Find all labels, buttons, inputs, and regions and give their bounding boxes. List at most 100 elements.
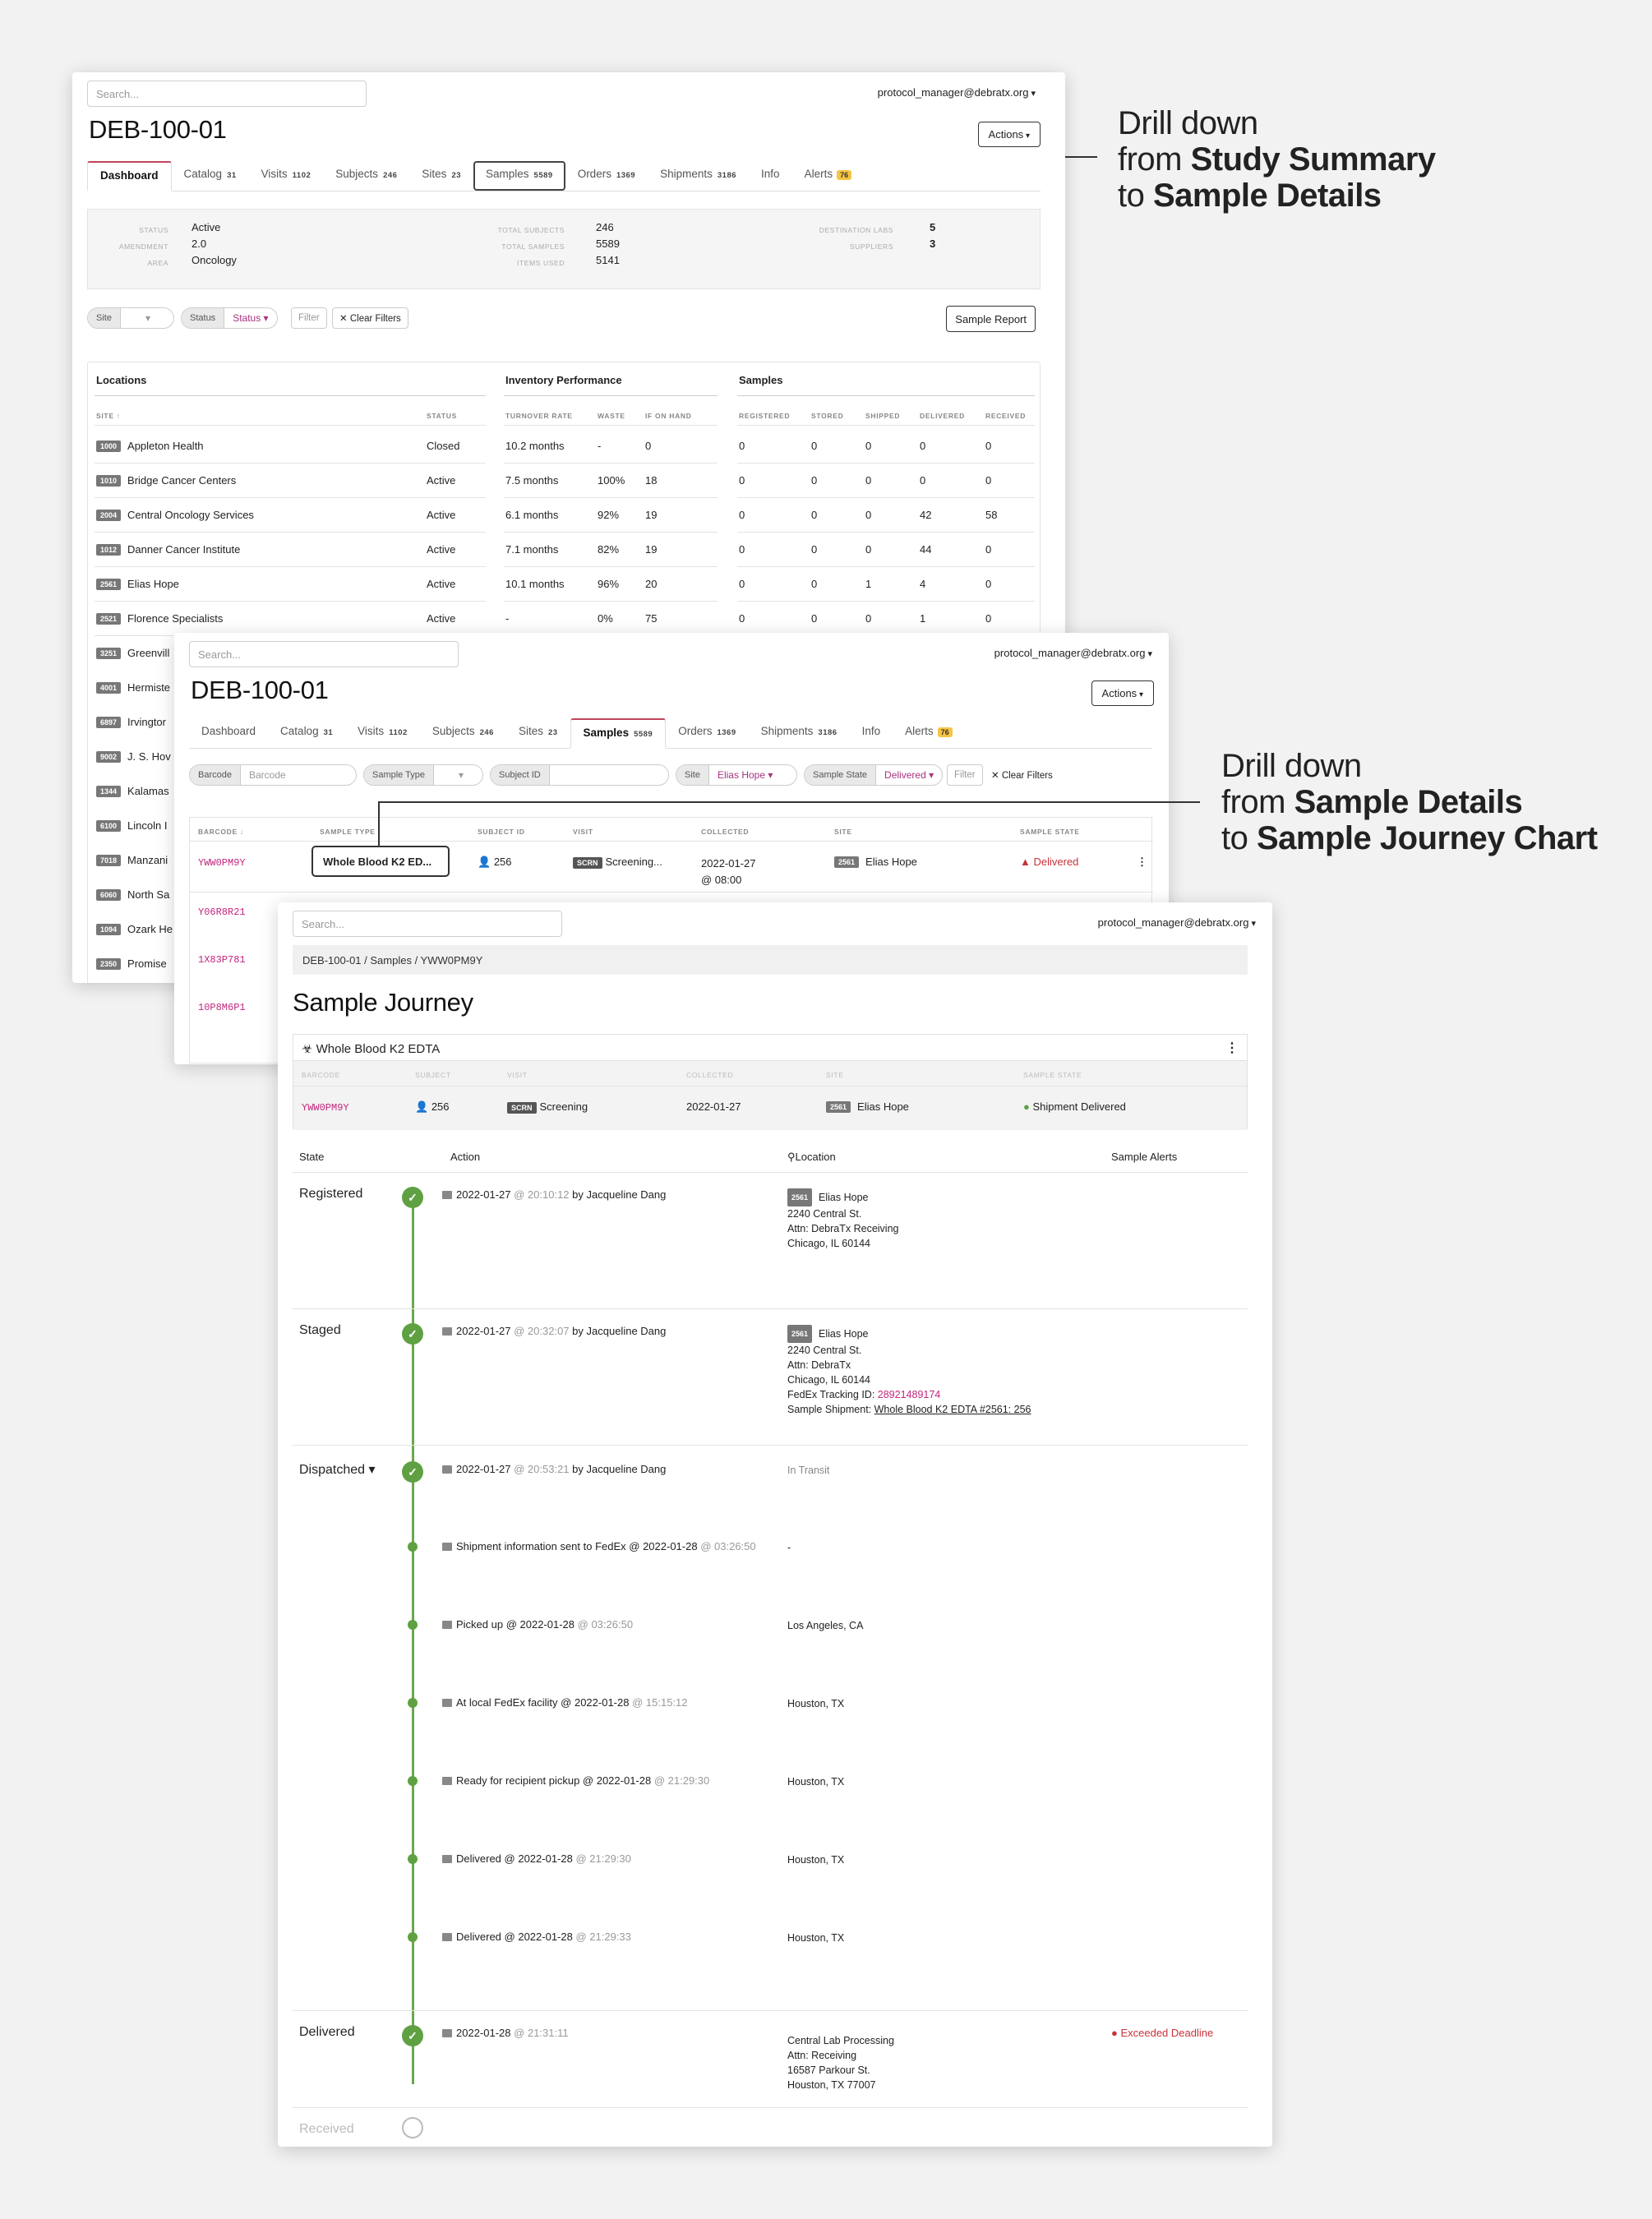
col-received[interactable]: RECEIVED (985, 412, 1026, 420)
col-subject-id[interactable]: SUBJECT ID (478, 828, 525, 836)
tab-orders[interactable]: Orders 1369 (666, 718, 748, 748)
barcode-link[interactable]: 1X83P781 (198, 954, 246, 966)
site-name-cell[interactable]: 1094 Ozark He (96, 923, 173, 935)
barcode-link[interactable]: 10P8M6P1 (198, 1002, 246, 1013)
divider (737, 395, 1035, 396)
clear-filters-button[interactable]: ✕ Clear Filters (985, 764, 1059, 786)
breadcrumb[interactable]: DEB-100-01 / Samples / YWW0PM9Y (293, 945, 1248, 975)
col-shipped[interactable]: SHIPPED (865, 412, 900, 420)
tab-orders[interactable]: Orders 1369 (565, 161, 648, 191)
site-name-cell[interactable]: 6897 Irvingtor (96, 716, 166, 728)
col-barcode[interactable]: BARCODE ↓ (198, 828, 244, 836)
tab-catalog[interactable]: Catalog 31 (172, 161, 249, 191)
user-menu[interactable]: protocol_manager@debratx.org (878, 86, 1036, 99)
tab-dashboard[interactable]: Dashboard (87, 161, 172, 191)
onhand-cell: 18 (645, 474, 658, 487)
tab-sites[interactable]: Sites 23 (506, 718, 570, 748)
tab-visits[interactable]: Visits 1102 (345, 718, 420, 748)
subject-id-filter[interactable]: Subject ID (490, 764, 669, 786)
user-menu[interactable]: protocol_manager@debratx.org (994, 647, 1152, 659)
col-sample-state[interactable]: SAMPLE STATE (1020, 828, 1080, 836)
sample-type-filter[interactable]: Sample Type ▾ (363, 764, 483, 786)
site-id-badge: 2350 (96, 958, 122, 970)
col-collected[interactable]: COLLECTED (701, 828, 749, 836)
col-site[interactable]: SITE ↑ (96, 412, 121, 420)
location-staged: 2561 Elias Hope 2240 Central St. Attn: De… (787, 1325, 1031, 1417)
site-name-cell[interactable]: 3251 Greenvill (96, 647, 169, 659)
barcode-link[interactable]: YWW0PM9Y (198, 857, 246, 869)
col-delivered[interactable]: DELIVERED (920, 412, 965, 420)
state-dispatched-toggle[interactable]: Dispatched ▾ (299, 1461, 376, 1478)
site-name-cell[interactable]: 2521 Florence Specialists (96, 612, 223, 625)
status-value: Active (192, 221, 221, 233)
tab-shipments[interactable]: Shipments 3186 (648, 161, 749, 191)
col-visit[interactable]: VISIT (573, 828, 593, 836)
site-name-cell[interactable]: 2561 Elias Hope (96, 578, 179, 590)
site-name-cell[interactable]: 1010 Bridge Cancer Centers (96, 474, 236, 487)
person-icon: 👤 (478, 856, 494, 868)
filter-button[interactable]: Filter (947, 764, 983, 786)
search-input[interactable]: Search... (189, 641, 459, 667)
search-input[interactable]: Search... (293, 911, 562, 937)
col-sample-type[interactable]: SAMPLE TYPE (320, 828, 376, 836)
col-stored[interactable]: STORED (811, 412, 843, 420)
site-name-cell[interactable]: 1000 Appleton Health (96, 440, 204, 452)
tab-subjects[interactable]: Subjects 246 (323, 161, 409, 191)
site-name-cell[interactable]: 7018 Manzani (96, 854, 168, 866)
more-menu-icon[interactable]: ⋮ (1137, 856, 1147, 869)
sample-state-filter[interactable]: Sample State Delivered ▾ (804, 764, 944, 786)
col-waste[interactable]: WASTE (598, 412, 625, 420)
col-ifonhand[interactable]: IF ON HAND (645, 412, 692, 420)
actions-button[interactable]: Actions (1091, 680, 1154, 706)
status-filter[interactable]: Status Status ▾ (181, 307, 278, 329)
col-registered[interactable]: REGISTERED (739, 412, 790, 420)
clear-filters-button[interactable]: ✕ Clear Filters (332, 307, 408, 329)
tab-dashboard[interactable]: Dashboard (189, 718, 268, 748)
site-name-cell[interactable]: 6100 Lincoln I (96, 819, 167, 832)
shp-cell: 0 (865, 612, 872, 625)
col-turnover[interactable]: TURNOVER RATE (505, 412, 573, 420)
user-menu[interactable]: protocol_manager@debratx.org (1098, 916, 1256, 929)
tab-samples[interactable]: Samples 5589 (570, 718, 667, 749)
site-filter[interactable]: Site ▾ (87, 307, 174, 329)
tab-alerts[interactable]: Alerts 76 (893, 718, 965, 748)
site-name-cell[interactable]: 1012 Danner Cancer Institute (96, 543, 240, 556)
area-value: Oncology (192, 254, 237, 266)
site-name-cell[interactable]: 4001 Hermiste (96, 681, 170, 694)
tab-shipments[interactable]: Shipments 3186 (749, 718, 850, 748)
tab-visits[interactable]: Visits 1102 (249, 161, 324, 191)
site-name-cell[interactable]: 9002 J. S. Hov (96, 750, 171, 763)
tab-sites[interactable]: Sites 23 (409, 161, 473, 191)
sample-type-cell[interactable]: Whole Blood K2 ED... (311, 846, 450, 877)
annotation-line: to Sample Journey Chart (1221, 820, 1598, 856)
site-filter[interactable]: Site Elias Hope ▾ (676, 764, 797, 786)
alert-icon: ● (1111, 2027, 1121, 2039)
fedex-tracking-link[interactable]: 28921489174 (878, 1389, 940, 1400)
sample-report-button[interactable]: Sample Report (946, 306, 1036, 332)
site-name-cell[interactable]: 2004 Central Oncology Services (96, 509, 254, 521)
exceeded-deadline-alert[interactable]: ● Exceeded Deadline (1111, 2027, 1213, 2039)
site-name-cell[interactable]: 1344 Kalamas (96, 785, 169, 797)
sample-shipment-link[interactable]: Whole Blood K2 EDTA #2561: 256 (874, 1404, 1031, 1415)
sample-card: ☣ Whole Blood K2 EDTA ⋮ BARCODE SUBJECT … (293, 1034, 1248, 1130)
tab-alerts[interactable]: Alerts 76 (792, 161, 865, 191)
tab-subjects[interactable]: Subjects 246 (420, 718, 506, 748)
tab-info[interactable]: Info (850, 718, 893, 748)
site-name-cell[interactable]: 2350 Promise (96, 957, 167, 970)
more-menu-icon[interactable]: ⋮ (1225, 1040, 1239, 1056)
site-id-badge: 2004 (96, 510, 122, 521)
site-name-cell[interactable]: 6060 North Sa (96, 888, 169, 901)
onhand-cell: 20 (645, 578, 658, 590)
barcode-link[interactable]: Y06R8R21 (198, 907, 246, 918)
col-site[interactable]: SITE (834, 828, 852, 836)
tab-samples[interactable]: Samples 5589 (473, 161, 565, 191)
search-input[interactable]: Search... (87, 81, 367, 107)
actions-button[interactable]: Actions (977, 122, 1041, 147)
col-status[interactable]: STATUS (427, 412, 457, 420)
divider (737, 532, 1035, 533)
barcode-filter[interactable]: Barcode Barcode (189, 764, 357, 786)
col-site: SITE (826, 1071, 844, 1079)
filter-button[interactable]: Filter (291, 307, 327, 329)
tab-catalog[interactable]: Catalog 31 (268, 718, 345, 748)
tab-info[interactable]: Info (749, 161, 792, 191)
